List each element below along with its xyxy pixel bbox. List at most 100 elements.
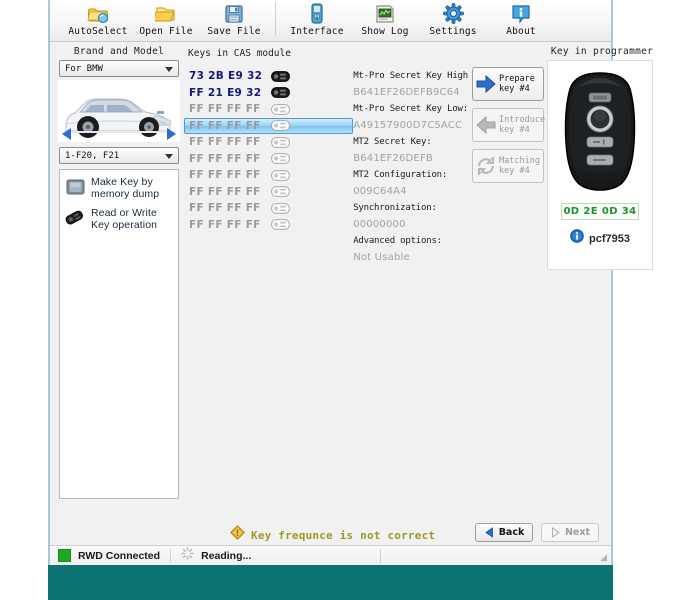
key-slot-value: FF FF FF FF	[189, 103, 269, 115]
operation-label-line1: Make Key by	[91, 176, 159, 188]
key-info-value-row: Not Usable	[353, 250, 468, 267]
operation-label-line2: memory dump	[91, 188, 159, 200]
key-info-label-row: MT2 Secret Key:	[353, 134, 468, 151]
model-dropdown-value: 1-F20, F21	[65, 151, 119, 161]
action-button-introduce-key[interactable]: Introducekey #4	[472, 108, 544, 142]
connection-status-text: RWD Connected	[78, 550, 160, 562]
next-model-arrow[interactable]	[167, 128, 176, 140]
operation-read-or-write-key[interactable]: Read or Write Key operation	[64, 207, 174, 231]
key-info-label: Advanced options:	[353, 236, 442, 246]
action-button-label-line2: key #4	[499, 166, 540, 176]
action-button-label: Introducekey #4	[499, 115, 545, 135]
left-arrow-icon	[476, 116, 496, 134]
key-info-label: Mt-Pro Secret Key Low:	[353, 104, 468, 114]
key-info-column: Mt-Pro Secret Key HighB641EF26DEFB9C64Mt…	[353, 63, 468, 266]
prev-model-arrow[interactable]	[62, 128, 71, 140]
toolbar-button-show-log[interactable]: Show Log	[351, 0, 419, 41]
floppy-disk-icon	[224, 2, 244, 25]
toolbar-button-autoselect[interactable]: AutoSelect	[64, 0, 132, 41]
toolbar-button-about[interactable]: About	[487, 0, 555, 41]
key-fob-slot-icon	[269, 203, 291, 214]
key-slot-value: FF FF FF FF	[189, 120, 269, 132]
info-bubble-icon	[511, 2, 531, 25]
action-button-prepare-key[interactable]: Preparekey #4	[472, 67, 544, 101]
key-fob-slot-icon	[271, 153, 290, 164]
toolbar-label: AutoSelect	[68, 26, 127, 37]
key-fob-slot-icon	[269, 120, 291, 131]
navigation-buttons: Back Next	[475, 523, 599, 542]
key-info-value: 009C64A4	[353, 186, 407, 197]
key-slot-row[interactable]: FF FF FF FF	[184, 151, 353, 168]
brand-dropdown[interactable]: For BMW	[59, 60, 179, 77]
key-slot-value: FF FF FF FF	[189, 153, 269, 165]
key-slot-row[interactable]: FF FF FF FF	[184, 217, 353, 234]
key-info-label-row: Mt-Pro Secret Key High	[353, 68, 468, 85]
left-arrow-icon	[475, 116, 497, 134]
key-info-label-row: Advanced options:	[353, 233, 468, 250]
status-section-divider	[380, 549, 381, 563]
activity-status-text: Reading...	[201, 550, 251, 562]
auto-select-icon	[87, 2, 109, 25]
resize-grip[interactable]: ◢	[600, 552, 607, 563]
key-info-label: Mt-Pro Secret Key High	[353, 71, 468, 81]
key-slot-row[interactable]: FF FF FF FF	[184, 184, 353, 201]
next-button[interactable]: Next	[541, 523, 599, 542]
key-info-value-row: A49157900D7C5ACC	[353, 118, 468, 135]
key-info-value: Not Usable	[353, 252, 410, 263]
key-fob-slot-icon	[271, 203, 290, 214]
key-fob-slot-icon	[269, 170, 291, 181]
toolbar-button-save-file[interactable]: Save File	[200, 0, 268, 41]
action-button-label-line2: key #4	[499, 84, 535, 94]
key-slot-value: FF FF FF FF	[189, 219, 269, 231]
panel-title-brand-model: Brand and Model	[56, 46, 182, 57]
vehicle-image	[58, 80, 180, 142]
right-arrow-icon	[476, 75, 496, 93]
key-slot-value: FF 21 E9 32	[189, 87, 269, 99]
toolbar-button-settings[interactable]: Settings	[419, 0, 487, 41]
status-divider	[170, 549, 171, 562]
log-document-icon	[374, 2, 396, 25]
action-button-label-line1: Matching	[499, 156, 540, 166]
warning-diamond-icon	[230, 525, 245, 545]
gear-icon	[443, 2, 464, 25]
info-icon	[570, 229, 584, 248]
action-button-label: Matchingkey #4	[499, 156, 540, 176]
operation-make-key-by-memory-dump[interactable]: Make Key by memory dump	[64, 176, 174, 200]
key-slot-row[interactable]: FF FF FF FF	[184, 200, 353, 217]
key-slot-row[interactable]: FF FF FF FF	[184, 101, 353, 118]
transponder-type: pcf7953	[589, 233, 630, 245]
key-slot-value: 73 2B E9 32	[189, 70, 269, 82]
application-window: AutoSelect Open File	[48, 0, 613, 565]
key-info-label-row: MT2 Configuration:	[353, 167, 468, 184]
main-toolbar: AutoSelect Open File	[50, 0, 611, 42]
key-action-buttons: Preparekey #4Introducekey #4 Matchingkey…	[468, 63, 544, 266]
operations-list: Make Key by memory dump	[59, 169, 179, 499]
key-slot-row[interactable]: 73 2B E9 32	[184, 68, 353, 85]
key-fob-icon	[64, 207, 86, 229]
back-button[interactable]: Back	[475, 523, 533, 542]
keys-panel: Keys in CAS module 73 2B E9 32 FF 21 E9 …	[184, 46, 544, 544]
action-button-label-line1: Introduce	[499, 115, 545, 125]
key-slot-row[interactable]: FF FF FF FF	[184, 134, 353, 151]
toolbar-divider	[275, 2, 276, 36]
key-fob-slot-icon	[271, 71, 290, 82]
key-fob-slot-icon	[269, 219, 291, 230]
toolbar-button-open-file[interactable]: Open File	[132, 0, 200, 41]
action-button-label-line2: key #4	[499, 125, 545, 135]
key-slot-list: 73 2B E9 32 FF 21 E9 32 FF FF FF FF FF F…	[184, 63, 353, 266]
toolbar-button-interface[interactable]: Interface	[283, 0, 351, 41]
model-dropdown[interactable]: 1-F20, F21	[59, 147, 179, 164]
key-slot-value: FF FF FF FF	[189, 186, 269, 198]
key-slot-value: FF FF FF FF	[189, 169, 269, 181]
key-slot-row[interactable]: FF FF FF FF	[184, 118, 353, 135]
key-slot-row[interactable]: FF 21 E9 32	[184, 85, 353, 102]
green-status-square	[58, 549, 71, 562]
key-fob-slot-icon	[269, 87, 291, 98]
key-slot-row[interactable]: FF FF FF FF	[184, 167, 353, 184]
action-button-matching-key[interactable]: Matchingkey #4	[472, 149, 544, 183]
key-fob-slot-icon	[269, 137, 291, 148]
brand-model-panel: Brand and Model For BMW	[56, 46, 182, 544]
key-fob-slot-icon	[271, 137, 290, 148]
key-fob-slot-icon	[269, 186, 291, 197]
toolbar-label: Open File	[139, 26, 192, 37]
